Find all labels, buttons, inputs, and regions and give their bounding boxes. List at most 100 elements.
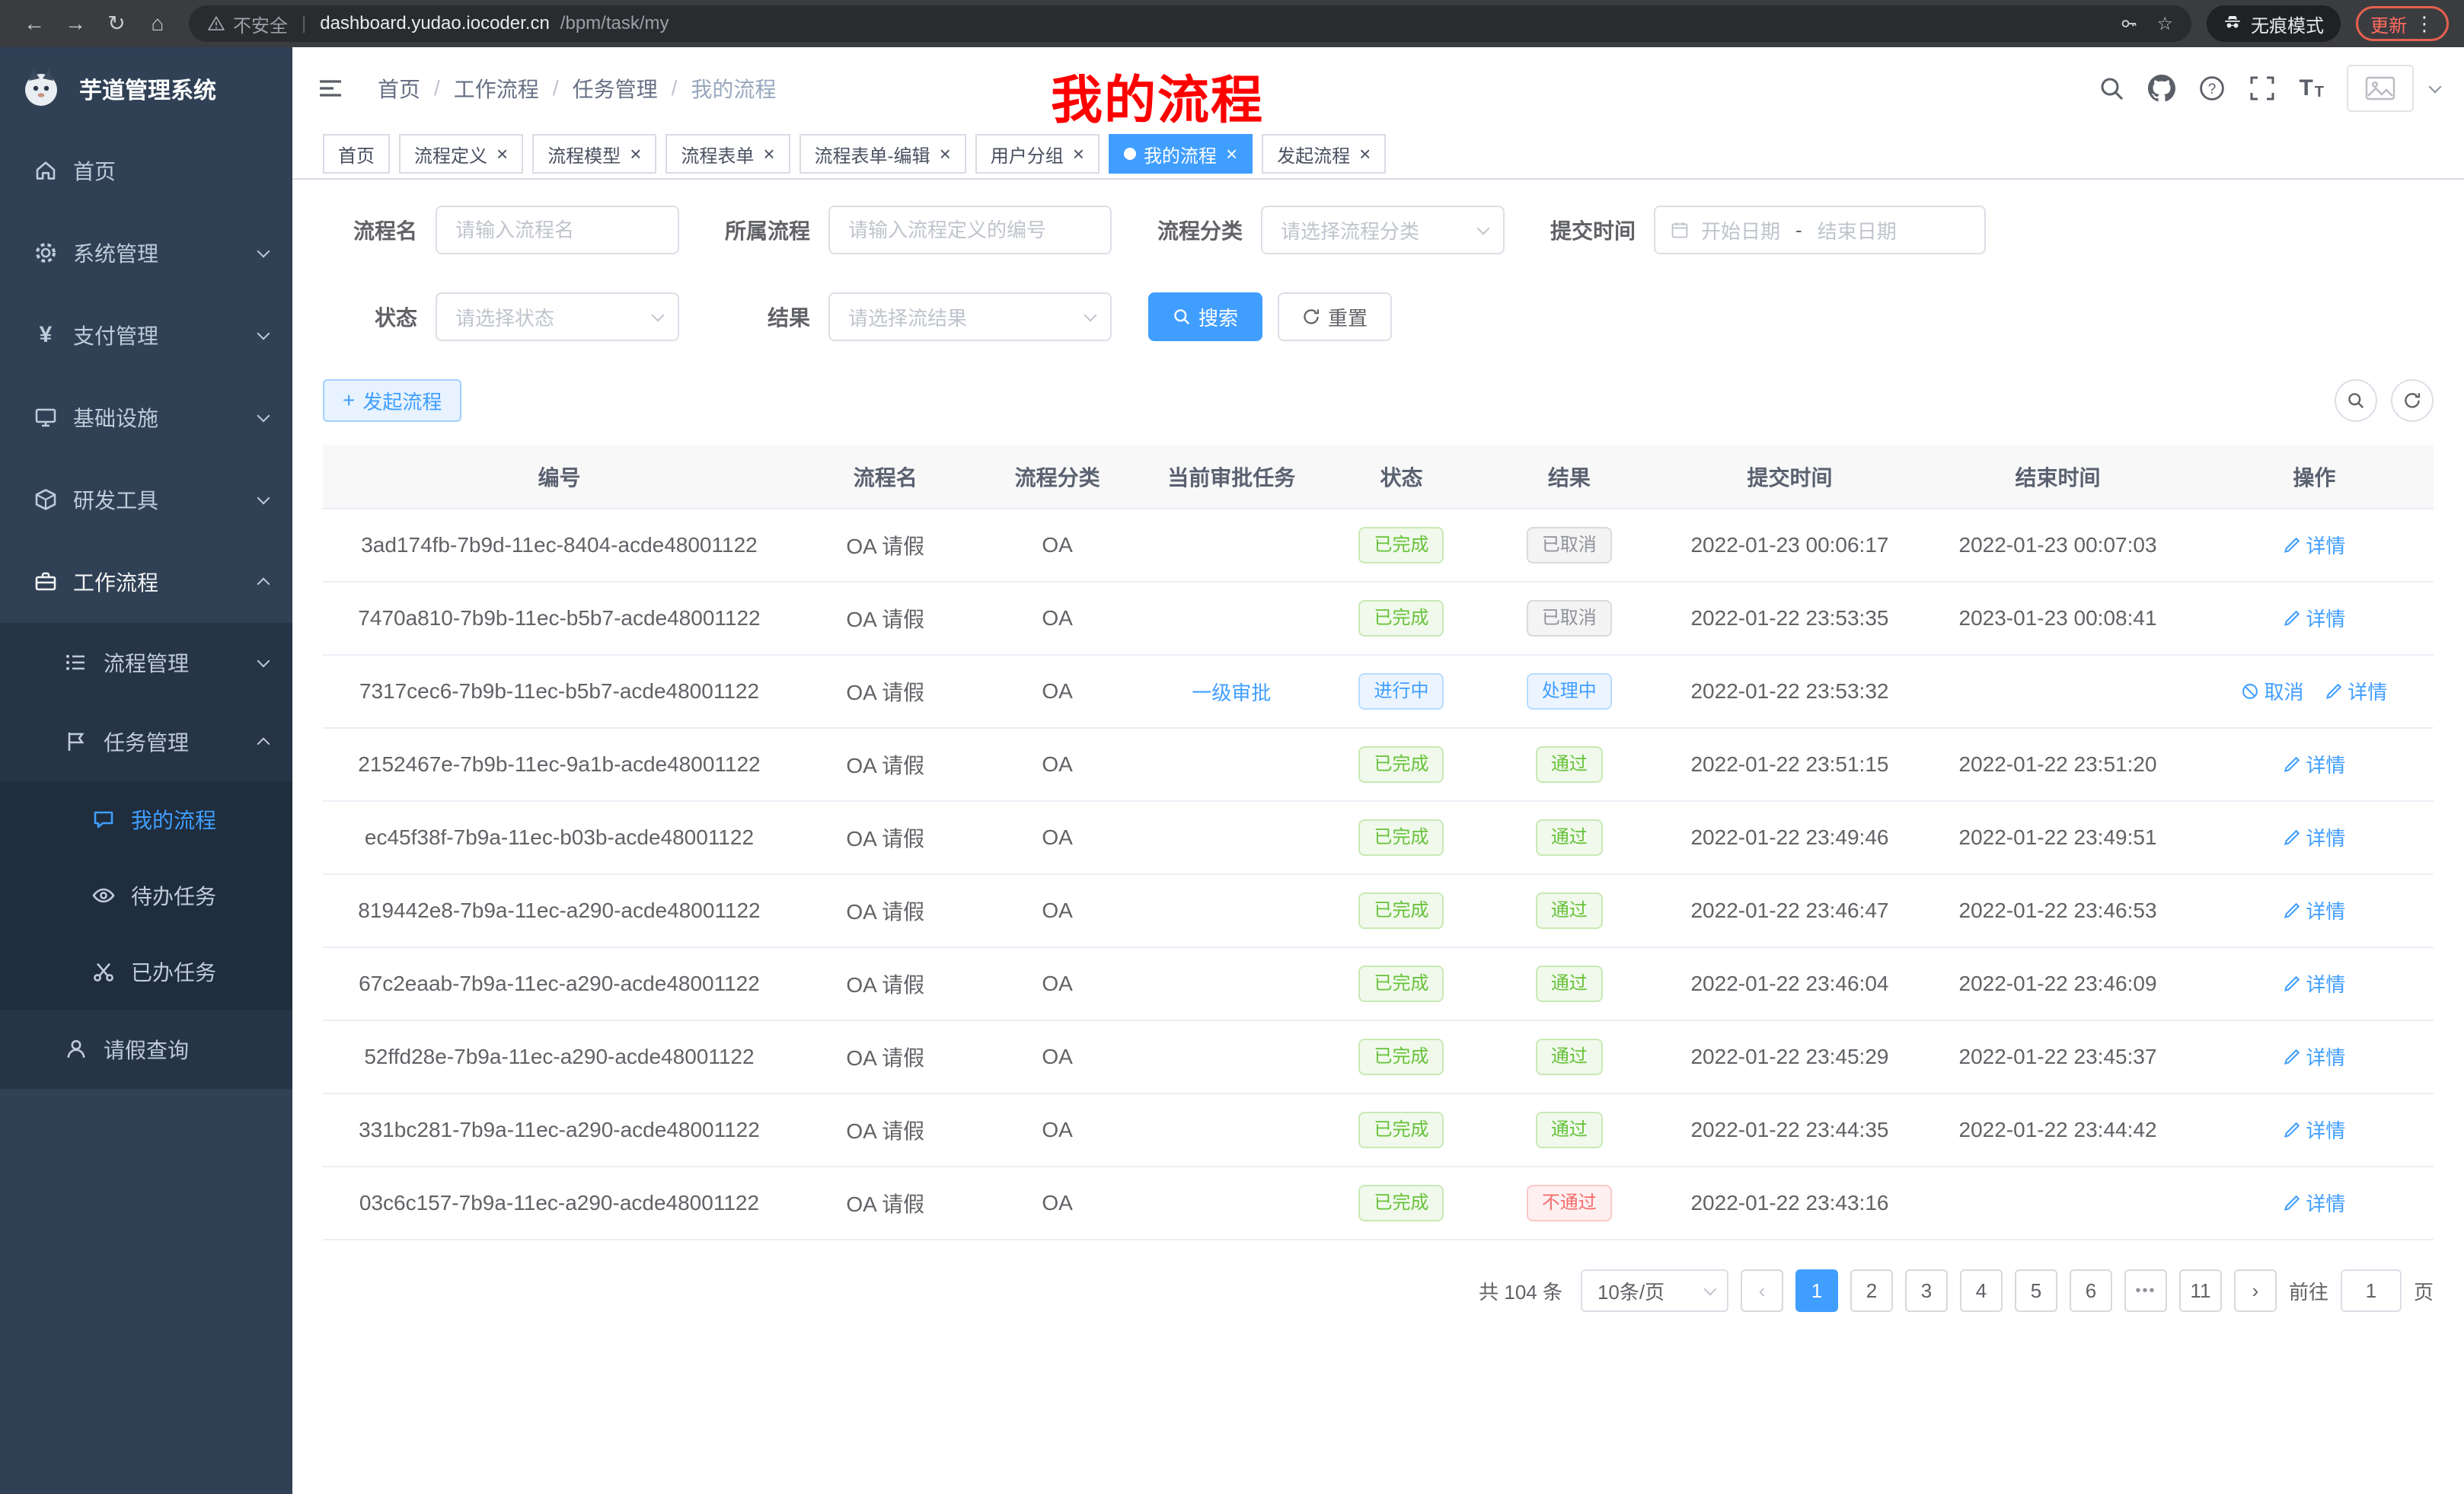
detail-link[interactable]: 详情: [2283, 604, 2345, 632]
collapse-sidebar-icon[interactable]: [317, 75, 344, 102]
tab-process-definition[interactable]: 流程定义×: [399, 134, 523, 174]
result-badge: 通过: [1536, 746, 1603, 783]
reset-button[interactable]: 重置: [1278, 292, 1392, 341]
detail-link[interactable]: 详情: [2283, 896, 2345, 924]
refresh-table-button[interactable]: [2391, 379, 2434, 422]
detail-link[interactable]: 详情: [2325, 677, 2387, 705]
close-icon[interactable]: ×: [630, 144, 641, 164]
tab-user-group[interactable]: 用户分组×: [975, 134, 1100, 174]
browser-reload-button[interactable]: ↻: [97, 5, 136, 43]
goto-page-input[interactable]: [2341, 1269, 2402, 1312]
close-icon[interactable]: ×: [1359, 144, 1371, 164]
tab-start-process[interactable]: 发起流程×: [1262, 134, 1386, 174]
more-pages-button[interactable]: •••: [2124, 1269, 2167, 1312]
cancel-link[interactable]: 取消: [2241, 677, 2303, 705]
key-icon[interactable]: [2120, 14, 2138, 33]
breadcrumb-home[interactable]: 首页: [378, 73, 420, 104]
detail-link[interactable]: 详情: [2283, 1189, 2345, 1217]
detail-link[interactable]: 详情: [2283, 823, 2345, 851]
logo[interactable]: 芋道管理系统: [0, 47, 292, 129]
browser-update-menu[interactable]: 更新 ⋮: [2356, 6, 2449, 41]
sidebar-item-system[interactable]: 系统管理: [0, 212, 292, 294]
search-icon[interactable]: [2098, 75, 2125, 102]
security-status[interactable]: 不安全: [207, 11, 288, 37]
font-size-icon[interactable]: TT: [2299, 77, 2324, 100]
sidebar-item-leave-query[interactable]: 请假查询: [0, 1010, 292, 1089]
sidebar-item-task-mgmt[interactable]: 任务管理: [0, 702, 292, 781]
chevron-down-icon: [257, 327, 270, 340]
cell-id: 67c2eaab-7b9a-11ec-a290-acde48001122: [323, 947, 796, 1020]
parent-process-input[interactable]: [828, 206, 1112, 254]
sidebar-item-infra[interactable]: 基础设施: [0, 376, 292, 458]
fullscreen-icon[interactable]: [2249, 75, 2276, 102]
search-button[interactable]: 搜索: [1148, 292, 1262, 341]
browser-back-button[interactable]: ←: [15, 5, 53, 43]
category-select[interactable]: 请选择流程分类: [1261, 206, 1505, 254]
detail-link[interactable]: 详情: [2283, 1116, 2345, 1144]
page-button-11[interactable]: 11: [2179, 1269, 2222, 1312]
result-select[interactable]: 请选择流结果: [828, 292, 1112, 341]
sidebar: 芋道管理系统 首页 系统管理 ¥ 支付管理 基础设施: [0, 47, 292, 1494]
tab-process-model[interactable]: 流程模型×: [532, 134, 656, 174]
current-task-link[interactable]: 一级审批: [1192, 678, 1271, 706]
cell-end-time: 2023-01-23 00:08:41: [1920, 582, 2194, 655]
bookmark-star-icon[interactable]: ☆: [2156, 13, 2173, 35]
close-icon[interactable]: ×: [1073, 144, 1084, 164]
tab-process-form-edit[interactable]: 流程表单-编辑×: [800, 134, 966, 174]
detail-link[interactable]: 详情: [2283, 750, 2345, 778]
help-icon[interactable]: ?: [2198, 75, 2226, 102]
status-select[interactable]: 请选择状态: [436, 292, 679, 341]
browser-home-button[interactable]: ⌂: [139, 5, 177, 43]
browser-forward-button[interactable]: →: [56, 5, 94, 43]
chevron-down-icon: [1477, 222, 1490, 235]
page-button-4[interactable]: 4: [1960, 1269, 2003, 1312]
avatar[interactable]: [2347, 65, 2414, 112]
close-icon[interactable]: ×: [1226, 144, 1237, 164]
next-page-button[interactable]: ›: [2234, 1269, 2277, 1312]
tab-home[interactable]: 首页: [323, 134, 390, 174]
page-button-6[interactable]: 6: [2070, 1269, 2112, 1312]
browser-chrome: ← → ↻ ⌂ 不安全 | dashboard.yudao.iocoder.cn…: [0, 0, 2464, 47]
page-button-5[interactable]: 5: [2015, 1269, 2057, 1312]
chevron-down-icon: [1703, 1283, 1716, 1296]
sidebar-item-process-mgmt[interactable]: 流程管理: [0, 623, 292, 702]
cell-current-task: [1140, 1167, 1323, 1240]
close-icon[interactable]: ×: [763, 144, 774, 164]
sidebar-item-payment[interactable]: ¥ 支付管理: [0, 294, 292, 376]
security-label: 不安全: [233, 11, 288, 37]
tab-process-form[interactable]: 流程表单×: [665, 134, 790, 174]
detail-link[interactable]: 详情: [2283, 969, 2345, 998]
breadcrumb-task-mgmt[interactable]: 任务管理: [573, 73, 658, 104]
page-button-3[interactable]: 3: [1905, 1269, 1948, 1312]
page-header: 首页 / 工作流程 / 任务管理 / 我的流程 我的流程 ?: [292, 47, 2464, 129]
sidebar-item-workflow[interactable]: 工作流程: [0, 541, 292, 623]
toggle-search-button[interactable]: [2335, 379, 2377, 422]
cell-name: OA 请假: [796, 874, 975, 947]
close-icon[interactable]: ×: [496, 144, 508, 164]
prev-page-button[interactable]: ‹: [1741, 1269, 1783, 1312]
submit-time-range-picker[interactable]: 开始日期 - 结束日期: [1654, 206, 1986, 254]
cell-current-task: [1140, 1020, 1323, 1093]
sidebar-item-home[interactable]: 首页: [0, 129, 292, 212]
sidebar-item-my-process[interactable]: 我的流程: [0, 781, 292, 857]
process-name-label: 流程名: [323, 215, 417, 245]
breadcrumb-workflow[interactable]: 工作流程: [454, 73, 539, 104]
breadcrumb-current: 我的流程: [691, 73, 776, 104]
tab-my-process[interactable]: 我的流程×: [1109, 134, 1253, 174]
page-size-select[interactable]: 10条/页: [1581, 1269, 1728, 1312]
sidebar-item-dev-tools[interactable]: 研发工具: [0, 458, 292, 541]
close-icon[interactable]: ×: [940, 144, 951, 164]
chevron-down-icon[interactable]: [2429, 81, 2442, 94]
kebab-menu-icon[interactable]: ⋮: [2415, 12, 2434, 36]
process-name-input[interactable]: [436, 206, 679, 254]
detail-link[interactable]: 详情: [2283, 1042, 2345, 1071]
sidebar-item-done-tasks[interactable]: 已办任务: [0, 934, 292, 1010]
start-process-button[interactable]: + 发起流程: [323, 379, 461, 422]
page-button-2[interactable]: 2: [1850, 1269, 1893, 1312]
github-icon[interactable]: [2148, 75, 2175, 102]
sidebar-item-todo-tasks[interactable]: 待办任务: [0, 857, 292, 934]
detail-link[interactable]: 详情: [2283, 531, 2345, 559]
cell-id: ec45f38f-7b9a-11ec-b03b-acde48001122: [323, 801, 796, 874]
address-bar[interactable]: 不安全 | dashboard.yudao.iocoder.cn/bpm/tas…: [189, 5, 2191, 42]
page-button-1[interactable]: 1: [1795, 1269, 1838, 1312]
